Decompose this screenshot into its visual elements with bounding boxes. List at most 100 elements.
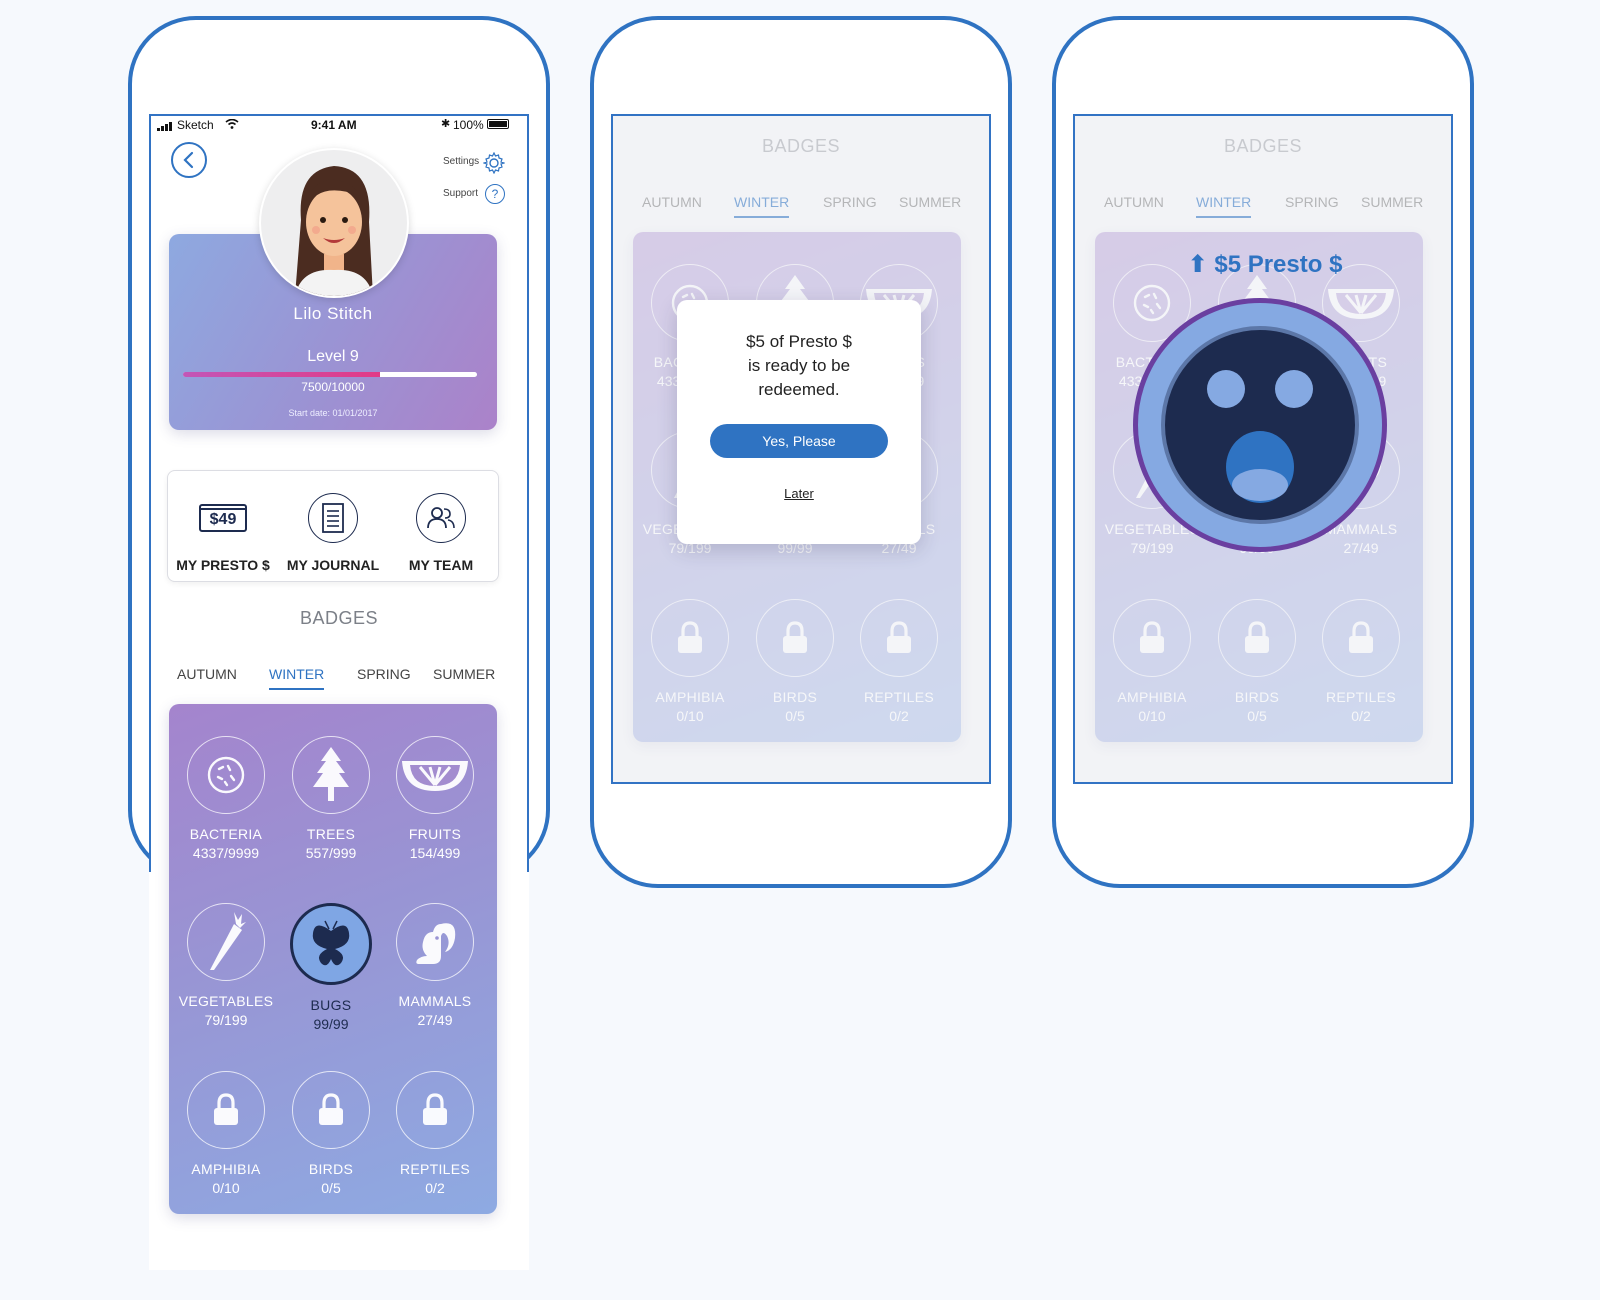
my-presto-label: MY PRESTO $ [176,557,270,573]
badge-count: 0/5 [321,1180,341,1196]
dialog-message-line1: $5 of Presto $ [746,332,852,351]
xp-progress-fill [183,372,380,377]
badge-label: REPTILES [399,1161,471,1177]
back-button[interactable] [171,142,207,178]
badge-reptiles[interactable]: REPTILES 0/2 [1306,599,1416,724]
badge-bacteria[interactable]: BACTERIA 4337/9999 [171,736,281,861]
settings-label: Settings [443,156,480,167]
tab-summer[interactable]: SUMMER [433,666,495,682]
fruit-icon [396,736,474,814]
tab-spring[interactable]: SPRING [1285,194,1339,210]
start-date: Start date: 01/01/2017 [288,408,378,418]
badge-count: 79/199 [204,1012,248,1028]
season-tabs: AUTUMN WINTER SPRING SUMMER [1075,194,1451,218]
badge-bugs[interactable]: BUGS 99/99 [276,903,386,1032]
xp-value: 7500/10000 [301,380,365,394]
badge-count: 0/10 [676,708,704,724]
badge-count: 0/10 [212,1180,240,1196]
presto-card-icon: $49 [198,493,248,543]
badge-label: AMPHIBIA [1117,689,1187,705]
arrow-up-icon: ⬆ [1187,251,1208,278]
tree-icon [292,736,370,814]
badge-label: BUGS [310,997,352,1013]
tab-summer[interactable]: SUMMER [899,194,961,210]
badge-count: 0/5 [1247,708,1267,724]
badge-amphibia[interactable]: AMPHIBIA 0/10 [635,599,745,724]
lock-icon [651,599,729,677]
badge-count: 0/10 [1138,708,1166,724]
settings-button[interactable]: Settings [419,152,519,176]
clock: 9:41 AM [311,118,357,132]
badge-count: 0/2 [425,1180,445,1196]
presto-balance: $49 [209,511,237,528]
lock-icon [292,1071,370,1149]
tab-winter[interactable]: WINTER [269,666,325,690]
tab-spring[interactable]: SPRING [357,666,411,682]
dialog-message-line2: is ready to be [747,356,851,375]
my-journal-button[interactable]: MY JOURNAL [278,493,388,573]
bluetooth-icon: ✱ [441,118,451,130]
my-journal-label: MY JOURNAL [286,557,380,573]
badges-panel: BACTERIA 4337/9999 TREES 557/999 FRUITS 154/4… [169,704,497,1214]
badge-amphibia[interactable]: AMPHIBIA 0/10 [171,1071,281,1196]
shortcuts-card: $49 MY PRESTO $ MY JOURNAL MY TEAM [167,470,499,582]
lock-icon [396,1071,474,1149]
badge-count: 0/2 [889,708,909,724]
support-button[interactable]: Support ? [419,182,519,206]
tab-autumn[interactable]: AUTUMN [1104,194,1164,210]
badge-label: VEGETABLES [178,993,274,1009]
badge-label: AMPHIBIA [655,689,725,705]
help-icon: ? [485,184,505,204]
tab-winter[interactable]: WINTER [734,194,790,218]
badge-birds[interactable]: BIRDS 0/5 [740,599,850,724]
lock-icon [1113,599,1191,677]
badge-label: FRUITS [408,826,462,842]
badge-label: AMPHIBIA [191,1161,261,1177]
badge-reptiles[interactable]: REPTILES 0/2 [380,1071,490,1196]
badge-fruits[interactable]: FRUITS 154/499 [380,736,490,861]
badge-label: BACTERIA [189,826,263,842]
reward-text: $5 Presto $ [1214,251,1343,278]
badges-title: BADGES [299,608,379,628]
badge-vegetables[interactable]: VEGETABLES 79/199 [171,903,281,1028]
battery-percent: 100% [453,118,484,132]
badge-birds[interactable]: BIRDS 0/5 [1202,599,1312,724]
dialog-message-line3: redeemed. [758,380,840,399]
badge-count: 27/49 [417,1012,453,1028]
bacteria-icon [187,736,265,814]
tab-autumn[interactable]: AUTUMN [642,194,702,210]
badge-count: 557/999 [305,845,357,861]
status-bar: Sketch 9:41 AM ✱ 100% [149,114,529,136]
tab-summer[interactable]: SUMMER [1361,194,1423,210]
tab-spring[interactable]: SPRING [823,194,877,210]
tab-winter[interactable]: WINTER [1196,194,1252,218]
reward-face[interactable] [1133,298,1387,552]
my-presto-button[interactable]: $49 MY PRESTO $ [168,493,278,573]
butterfly-icon [290,903,372,985]
later-link[interactable]: Later [677,486,921,501]
signal-icon [157,120,175,134]
surprised-face-icon [1161,326,1359,524]
badge-count: 0/5 [785,708,805,724]
team-icon [416,493,466,543]
confirm-button[interactable]: Yes, Please [710,424,888,458]
badge-mammals[interactable]: MAMMALS 27/49 [380,903,490,1028]
badge-label: BIRDS [308,1161,354,1177]
badge-label: REPTILES [863,689,935,705]
lock-icon [756,599,834,677]
avatar[interactable] [259,148,409,298]
tab-autumn[interactable]: AUTUMN [177,666,237,682]
avatar-girl-icon [295,166,373,296]
badge-birds[interactable]: BIRDS 0/5 [276,1071,386,1196]
badge-trees[interactable]: TREES 557/999 [276,736,386,861]
badge-label: TREES [306,826,356,842]
badge-amphibia[interactable]: AMPHIBIA 0/10 [1097,599,1207,724]
badge-count: 154/499 [409,845,461,861]
my-team-button[interactable]: MY TEAM [386,493,496,573]
wifi-icon [225,118,239,132]
xp-progress-bar [183,372,477,377]
badge-reptiles[interactable]: REPTILES 0/2 [844,599,954,724]
badge-label: MAMMALS [398,993,472,1009]
redeem-dialog-screen: BADGES AUTUMN WINTER SPRING SUMMER BACTE… [611,114,991,784]
season-tabs: AUTUMN WINTER SPRING SUMMER [613,194,989,218]
